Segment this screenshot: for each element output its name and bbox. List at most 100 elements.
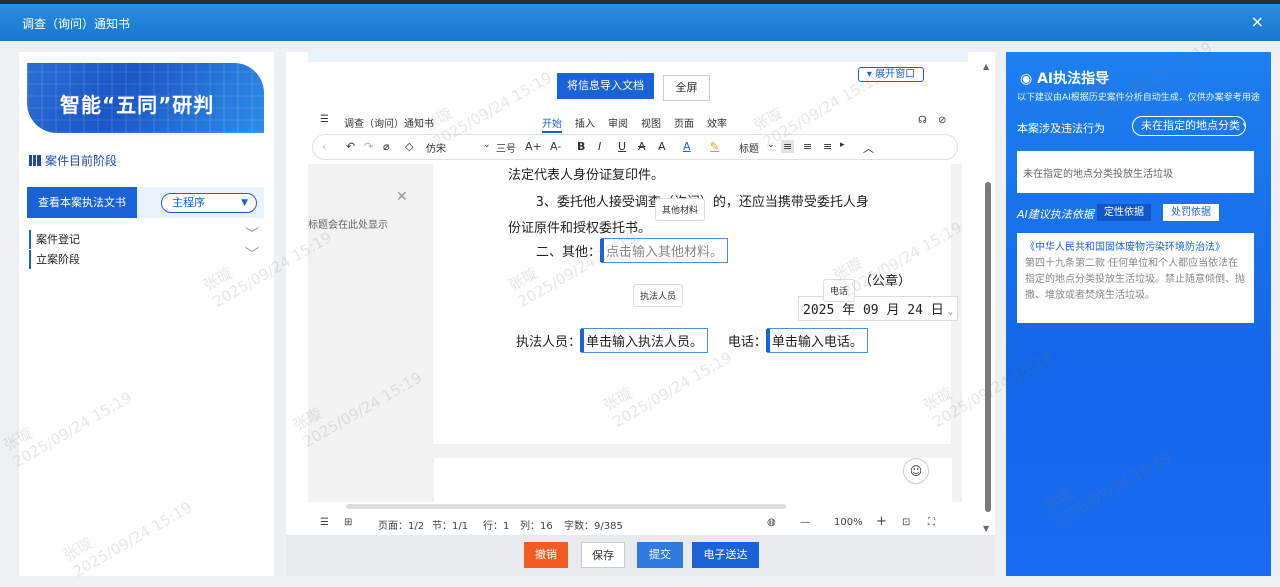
menu-bar: ☰ 调查（询问）通知书 开始 插入 审阅 视图 页面 效率 ☊ ⊘ xyxy=(308,110,962,133)
stage-heading: 案件目前阶段 xyxy=(29,152,117,169)
clear-format-icon[interactable]: ◇ xyxy=(405,140,413,153)
officer-field[interactable]: 单击输入执法人员。 xyxy=(580,328,709,353)
menu-start[interactable]: 开始 xyxy=(542,115,562,133)
horizontal-scrollbar[interactable] xyxy=(346,504,786,509)
violation-label: 本案涉及违法行为 xyxy=(1017,122,1105,135)
undo-icon[interactable]: ↶ xyxy=(346,140,355,153)
heading-select[interactable]: 标题 xyxy=(739,140,759,155)
play-icon[interactable]: ▸ xyxy=(840,140,845,150)
format-toolbar: ‹ ↶ ↷ ⌀ ◇ 仿宋 ⌄ 三号 A+ A- B I U A A A ✎ 标题… xyxy=(312,134,958,160)
violation-text: 未在指定的地点分类投放生活垃圾 xyxy=(1017,151,1254,193)
font-size-select[interactable]: 三号 xyxy=(496,140,516,155)
phone-label: 电话： xyxy=(727,335,767,350)
outline-icon[interactable]: ⊞ xyxy=(344,517,352,528)
highlight-icon[interactable]: ✎ xyxy=(710,140,719,153)
hamburger-icon[interactable]: ☰ xyxy=(320,114,329,125)
globe-icon[interactable]: ◍ xyxy=(767,517,776,528)
menu-insert[interactable]: 插入 xyxy=(575,115,595,130)
ai-guide-panel: ◉ AI执法指导 以下建议由AI根据历史案件分析自动生成，仅供办案参考用途 本案… xyxy=(1006,52,1271,576)
underline-icon[interactable]: U xyxy=(618,140,626,153)
tree-item-filing[interactable]: 立案阶段 ﹀ xyxy=(29,247,259,269)
format-painter-icon[interactable]: ⌀ xyxy=(383,140,390,153)
ai-guide-title: ◉ AI执法指导 xyxy=(1020,68,1109,88)
tree-item-case-register[interactable]: 案件登记 ﹀ xyxy=(29,227,259,249)
import-info-button[interactable]: 将信息导入文档 xyxy=(557,73,654,99)
menu-view[interactable]: 视图 xyxy=(641,115,661,130)
fit-page-icon[interactable]: ⊡ xyxy=(902,517,910,528)
close-outline-icon[interactable]: ✕ xyxy=(396,189,408,205)
doc-name: 调查（询问）通知书 xyxy=(344,119,434,130)
menu-page[interactable]: 页面 xyxy=(674,115,694,130)
history-icon[interactable]: ⊘ xyxy=(938,115,946,126)
revoke-button[interactable]: 撤销 xyxy=(524,542,568,568)
chevron-down-icon[interactable]: ﹀ xyxy=(245,246,259,265)
officer-label: 执法人员： xyxy=(516,335,582,350)
law-title[interactable]: 《中华人民共和国固体废物污染环境防治法》 xyxy=(1025,240,1246,256)
scroll-up-icon[interactable]: ▲ xyxy=(983,62,989,71)
vertical-scrollbar[interactable]: ▲ ▼ xyxy=(983,62,993,533)
fullscreen-icon[interactable]: ⛶ xyxy=(928,517,935,528)
save-button[interactable]: 保存 xyxy=(581,542,625,568)
menu-review[interactable]: 审阅 xyxy=(608,115,628,130)
document-page-2[interactable] xyxy=(434,458,952,502)
ai-assistant-icon[interactable]: ☺ xyxy=(903,458,929,484)
align-right-icon[interactable]: ≡ xyxy=(823,140,832,153)
zoom-out-icon[interactable]: — xyxy=(800,517,810,528)
align-left-icon[interactable]: ≡ xyxy=(781,140,795,153)
submit-button[interactable]: 提交 xyxy=(637,542,683,568)
scroll-down-icon[interactable]: ▼ xyxy=(983,524,989,533)
font-family-select[interactable]: 仿宋 xyxy=(426,140,446,155)
program-select[interactable]: 主程序 ▼ xyxy=(161,193,257,213)
tooltip-phone: 电话 xyxy=(823,279,856,302)
expand-window-button[interactable]: ▾ 展开窗口 xyxy=(858,67,924,82)
scroll-left-icon[interactable]: ‹ xyxy=(322,140,326,153)
menu-efficiency[interactable]: 效率 xyxy=(707,115,727,130)
zoom-in-icon[interactable]: + xyxy=(876,514,887,529)
officer-line: 执法人员： 单击输入执法人员。 电话： 单击输入电话。 xyxy=(516,328,868,353)
ai-guide-title-text: AI执法指导 xyxy=(1037,71,1110,87)
chevron-down-icon[interactable]: ﹀ xyxy=(245,226,259,245)
bold-icon[interactable]: B xyxy=(577,140,585,153)
program-select-value: 主程序 xyxy=(172,196,205,209)
other-label: 二、其他： xyxy=(536,245,602,260)
document-page[interactable]: 法定代表人身份证复印件。 3、委托他人接受调查（询问）的，还应当携带受委托人身 … xyxy=(433,164,959,444)
penalty-basis-button[interactable]: 处罚依据 xyxy=(1163,204,1219,221)
grow-font-icon[interactable]: A+ xyxy=(525,140,542,153)
strikethrough-icon[interactable]: A xyxy=(638,140,646,153)
doc-tab-row: 查看本案执法文书 主程序 ▼ xyxy=(27,187,264,218)
align-center-icon[interactable]: ≡ xyxy=(803,140,812,153)
date-picker[interactable]: 2025 年 09 月 24 日 ⌄ xyxy=(798,296,959,321)
scroll-thumb[interactable] xyxy=(985,182,991,512)
field-text: 单击输入执法人员。 xyxy=(586,335,704,350)
document-area: 标题会在此处显示 ✕ 法定代表人身份证复印件。 3、委托他人接受调查（询问）的，… xyxy=(308,164,962,502)
chevron-down-icon[interactable]: ⌄ xyxy=(948,307,953,317)
font-color-icon[interactable]: A xyxy=(683,140,691,153)
other-line: 二、其他： 点击输入其他材料。 xyxy=(536,238,729,263)
redo-icon[interactable]: ↷ xyxy=(364,140,373,153)
editor-panel: 将信息导入文档 全屏 ▾ 展开窗口 ☰ 调查（询问）通知书 开始 插入 审阅 视… xyxy=(286,52,995,576)
violation-select[interactable]: 未在指定的地点分类 ▼ xyxy=(1132,116,1246,136)
phone-field[interactable]: 单击输入电话。 xyxy=(765,328,868,353)
basis-label: AI建议执法依据 xyxy=(1017,208,1094,221)
shrink-font-icon[interactable]: A- xyxy=(550,140,561,153)
qualitative-basis-button[interactable]: 定性依据 xyxy=(1097,204,1151,221)
expand-label: 展开窗口 xyxy=(875,69,916,80)
ai-icon: ◉ xyxy=(1020,71,1038,87)
field-text: 单击输入电话。 xyxy=(771,335,863,350)
fullscreen-button[interactable]: 全屏 xyxy=(663,75,710,101)
view-docs-button[interactable]: 查看本案执法文书 xyxy=(27,187,137,218)
share-icon[interactable]: ☊ xyxy=(918,115,927,126)
violation-select-value: 未在指定的地点分类 xyxy=(1141,119,1240,132)
italic-icon[interactable]: I xyxy=(598,140,601,153)
e-deliver-button[interactable]: 电子送达 xyxy=(692,542,759,568)
chevron-down-icon[interactable]: ⌄ xyxy=(483,140,491,150)
list-view-icon[interactable]: ☰ xyxy=(320,517,329,528)
expand-icon: ▾ xyxy=(866,69,876,80)
other-materials-field[interactable]: 点击输入其他材料。 xyxy=(600,238,729,263)
close-icon[interactable]: × xyxy=(1251,12,1264,31)
text-effect-icon[interactable]: A xyxy=(658,140,666,153)
collapse-toolbar-icon[interactable]: ︿ xyxy=(863,140,874,156)
bar-chart-icon xyxy=(29,155,41,166)
field-marker xyxy=(580,329,585,352)
chevron-down-icon[interactable]: ⌄ xyxy=(767,140,775,150)
